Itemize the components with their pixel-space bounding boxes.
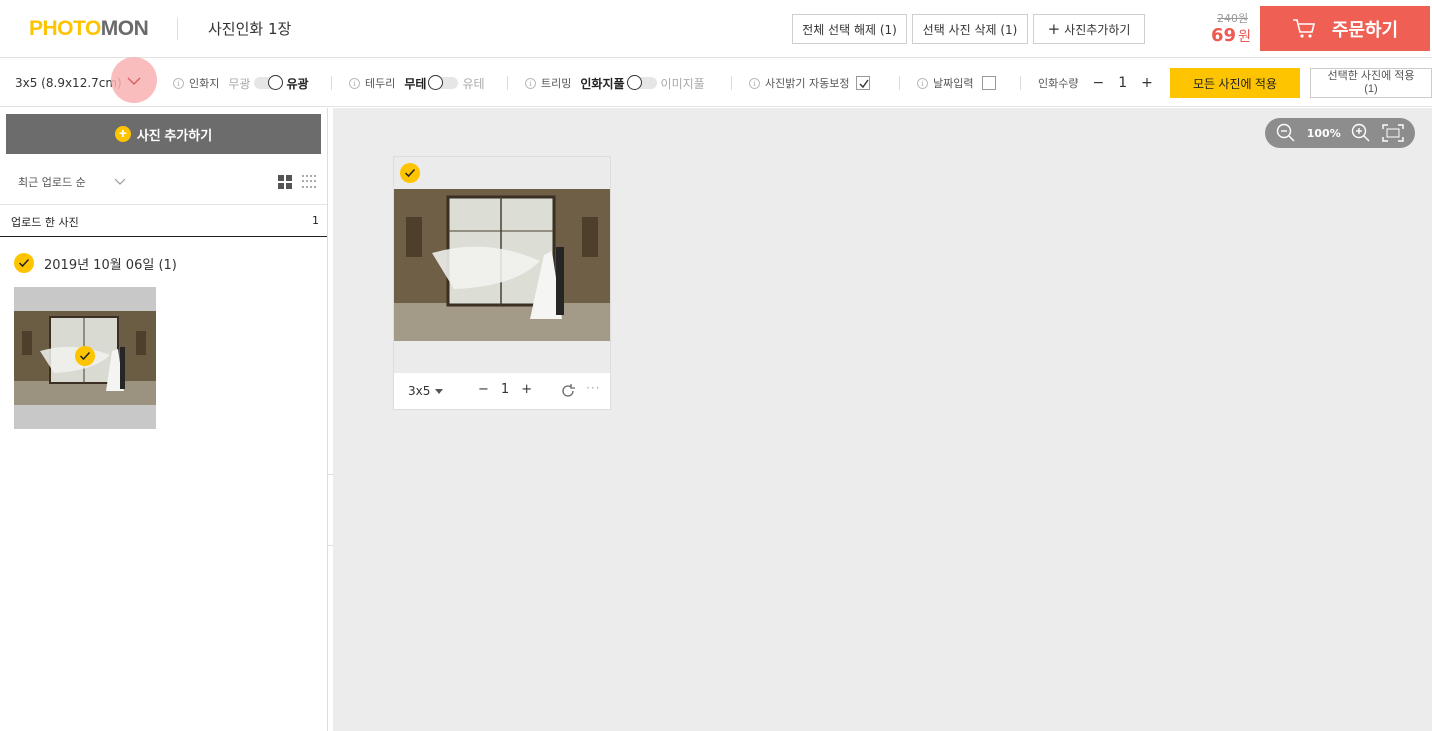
small-grid-view-icon[interactable]	[302, 175, 316, 189]
check-icon	[859, 79, 870, 89]
toolbar-divider	[731, 76, 732, 90]
info-icon[interactable]: i	[525, 77, 536, 89]
zoom-controls: 100%	[1265, 118, 1415, 148]
selected-check-icon	[75, 346, 95, 366]
trim-option: i 트리밍 인화지풀 이미지풀	[525, 59, 705, 107]
header-divider	[177, 18, 178, 40]
photo-card[interactable]: 3x5 − 1 + ···	[393, 156, 611, 410]
deselect-all-button[interactable]: 전체 선택 해제 (1)	[792, 14, 907, 44]
card-footer: 3x5 − 1 + ···	[394, 373, 610, 409]
paper-option: i 인화지 무광 유광	[173, 59, 309, 107]
sidebar-add-photo-button[interactable]: + 사진 추가하기	[6, 114, 321, 154]
minus-icon[interactable]: −	[478, 382, 489, 397]
header-add-photo-button[interactable]: + 사진추가하기	[1033, 14, 1145, 44]
selected-check-icon[interactable]	[400, 163, 420, 183]
sort-select[interactable]: 최근 업로드 순	[18, 174, 126, 190]
plus-circle-icon: +	[114, 126, 131, 142]
original-price: 240원	[1217, 12, 1249, 25]
tab-underline	[0, 236, 327, 237]
fit-screen-icon[interactable]	[1382, 124, 1404, 142]
tab-uploaded-photos[interactable]: 업로드 한 사진	[11, 214, 79, 230]
plus-icon[interactable]: +	[1141, 75, 1153, 91]
toolbar-divider	[507, 76, 508, 90]
uploaded-count: 1	[312, 214, 319, 227]
delete-selected-button[interactable]: 선택 사진 삭제 (1)	[912, 14, 1028, 44]
page-title: 사진인화 1장	[208, 20, 292, 38]
border-yes-label[interactable]: 유테	[462, 75, 484, 92]
date-group-header[interactable]: 2019년 10월 06일 (1)	[14, 253, 177, 273]
size-dropdown-highlight[interactable]	[111, 57, 157, 103]
order-button[interactable]: 주문하기	[1260, 6, 1430, 51]
trim-full-label[interactable]: 인화지풀	[580, 75, 624, 92]
paper-matte-label[interactable]: 무광	[228, 75, 250, 92]
plus-icon: +	[1047, 20, 1061, 38]
trim-image-label[interactable]: 이미지풀	[661, 75, 705, 92]
minus-icon[interactable]: −	[1092, 75, 1104, 91]
discount-price: 69 원	[1211, 25, 1251, 46]
zoom-level: 100%	[1306, 126, 1341, 140]
border-option: i 테두리 무테 유테	[349, 59, 485, 107]
photo-sidebar: + 사진 추가하기 최근 업로드 순 업로드 한 사진 1 2019년 10월 …	[0, 108, 328, 731]
quantity-stepper: − 1 +	[1092, 75, 1153, 91]
chevron-down-icon	[127, 77, 141, 85]
plus-icon[interactable]: +	[521, 382, 532, 397]
more-icon[interactable]: ···	[586, 381, 600, 395]
info-icon[interactable]: i	[749, 77, 760, 89]
photomon-logo[interactable]: PHOTOMON	[29, 17, 149, 41]
border-none-label[interactable]: 무테	[404, 75, 426, 92]
apply-all-button[interactable]: 모든 사진에 적용	[1170, 68, 1300, 98]
info-icon[interactable]: i	[173, 77, 184, 89]
size-select[interactable]: 3x5 (8.9x12.7cm)	[15, 59, 122, 107]
caret-down-icon	[435, 389, 444, 394]
card-quantity-stepper: − 1 +	[478, 382, 533, 397]
paper-toggle[interactable]	[254, 75, 284, 90]
rotate-icon[interactable]	[560, 383, 576, 399]
border-toggle[interactable]	[428, 75, 459, 90]
wedding-photo	[394, 189, 610, 341]
toolbar-divider	[1020, 76, 1021, 90]
apply-selected-button[interactable]: 선택한 사진에 적용 (1)	[1310, 68, 1432, 98]
info-icon[interactable]: i	[349, 77, 360, 89]
date-checkbox[interactable]	[982, 76, 997, 90]
auto-correct-checkbox[interactable]	[856, 76, 871, 90]
auto-correct-option: i 사진밝기 자동보정	[749, 59, 871, 107]
photo-thumbnail[interactable]	[14, 287, 156, 429]
toolbar-divider	[899, 76, 900, 90]
top-header: PHOTOMON 사진인화 1장 전체 선택 해제 (1) 선택 사진 삭제 (…	[0, 0, 1432, 58]
divider	[0, 204, 327, 205]
zoom-in-icon[interactable]	[1351, 123, 1371, 143]
date-option: i 날짜입력	[917, 59, 997, 107]
quantity-option: 인화수량 − 1 +	[1038, 75, 1153, 91]
trim-toggle[interactable]	[626, 75, 657, 90]
zoom-out-icon[interactable]	[1276, 123, 1296, 143]
chevron-down-icon	[114, 178, 126, 185]
large-grid-view-icon[interactable]	[278, 175, 292, 189]
paper-gloss-label[interactable]: 유광	[286, 75, 308, 92]
canvas-area: 100% 3x5 − 1 + ···	[333, 108, 1432, 731]
check-circle-icon[interactable]	[14, 253, 34, 273]
card-size-select[interactable]: 3x5	[408, 384, 444, 398]
cart-icon	[1292, 18, 1315, 38]
info-icon[interactable]: i	[917, 77, 928, 89]
toolbar-divider	[331, 76, 332, 90]
